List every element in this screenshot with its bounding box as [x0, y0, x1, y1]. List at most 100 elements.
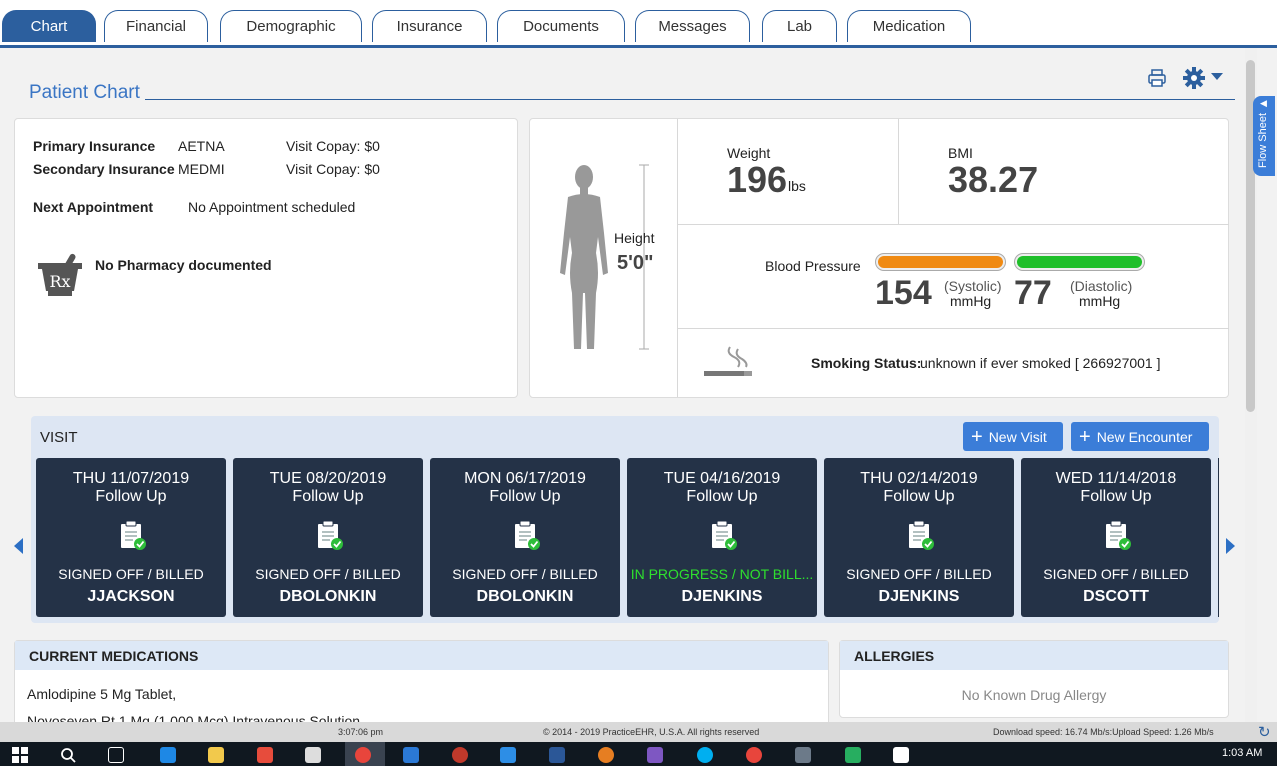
allergies-header: ALLERGIES — [840, 641, 1228, 670]
visit-status-in-progress: IN PROGRESS / NOT BILL... — [630, 566, 814, 582]
visit-card[interactable]: WED 11/14/2018 Follow Up SIGNED OFF / BI… — [1021, 458, 1211, 617]
file-explorer-icon[interactable] — [208, 747, 224, 763]
app-icon[interactable] — [845, 747, 861, 763]
collapse-arrow-icon: ◀ — [1260, 98, 1267, 108]
skype-icon[interactable] — [697, 747, 713, 763]
visual-studio-icon[interactable] — [647, 747, 663, 763]
previous-visit-arrow-icon[interactable] — [14, 538, 23, 554]
tab-demographic[interactable]: Demographic — [220, 10, 362, 42]
visit-header: VISIT — [40, 429, 78, 446]
new-visit-label: New Visit — [988, 428, 1047, 445]
outlook-icon[interactable] — [403, 747, 419, 763]
new-visit-button[interactable]: + New Visit — [963, 422, 1063, 451]
app-icon[interactable] — [893, 747, 909, 763]
medications-header: CURRENT MEDICATIONS — [15, 641, 828, 670]
visit-type: Follow Up — [1080, 488, 1152, 505]
mail-icon[interactable] — [305, 747, 321, 763]
task-view-icon[interactable] — [108, 747, 124, 763]
systolic-unit: mmHg — [950, 293, 992, 309]
signed-clipboard-icon — [712, 520, 737, 550]
tab-insurance[interactable]: Insurance — [372, 10, 487, 42]
visit-status: SIGNED OFF / BILLED — [452, 566, 598, 582]
edge-browser-icon[interactable] — [160, 747, 176, 763]
visit-type: Follow Up — [292, 488, 364, 505]
visit-type: Follow Up — [95, 488, 167, 505]
height-value: 5'0" — [617, 252, 654, 274]
refresh-icon[interactable]: ↻ — [1258, 723, 1271, 741]
windows-start-icon[interactable] — [12, 747, 28, 763]
visit-status: SIGNED OFF / BILLED — [846, 566, 992, 582]
footer-copyright: © 2014 - 2019 PracticeEHR, U.S.A. All ri… — [543, 727, 760, 737]
taskbar-clock: 1:03 AM — [1222, 747, 1263, 759]
chevron-down-icon[interactable] — [1211, 73, 1223, 80]
pharmacy-status: No Pharmacy documented — [95, 257, 272, 273]
current-medications-panel: CURRENT MEDICATIONS Amlodipine 5 Mg Tabl… — [14, 640, 829, 722]
signed-clipboard-icon — [318, 520, 343, 550]
tab-bar: Chart Financial Demographic Insurance Do… — [0, 0, 1277, 48]
vscode-icon[interactable] — [500, 747, 516, 763]
next-appointment-value: No Appointment scheduled — [188, 199, 356, 215]
tab-chart[interactable]: Chart — [2, 10, 96, 42]
chrome-icon[interactable] — [355, 747, 371, 763]
tab-messages[interactable]: Messages — [635, 10, 750, 42]
tab-lab[interactable]: Lab — [762, 10, 837, 42]
visit-user: DBOLONKIN — [476, 588, 574, 605]
new-encounter-button[interactable]: + New Encounter — [1071, 422, 1209, 451]
primary-insurance-value: AETNA — [178, 138, 225, 154]
gear-icon[interactable] — [1182, 66, 1206, 90]
store-icon[interactable] — [257, 747, 273, 763]
print-icon[interactable] — [1147, 68, 1167, 88]
title-underline — [145, 99, 1235, 100]
systolic-value: 154 — [875, 274, 932, 312]
chrome-icon[interactable] — [746, 747, 762, 763]
smoking-status-value: unknown if ever smoked [ 266927001 ] — [920, 355, 1161, 371]
visit-date: TUE 04/16/2019 — [663, 470, 781, 487]
primary-insurance-label: Primary Insurance — [33, 138, 156, 154]
secondary-copay: Visit Copay: $0 — [286, 161, 380, 177]
tab-medication[interactable]: Medication — [847, 10, 971, 42]
app-icon[interactable] — [598, 747, 614, 763]
search-icon[interactable] — [60, 747, 76, 763]
word-icon[interactable] — [549, 747, 565, 763]
plus-icon: + — [971, 425, 983, 448]
visit-card[interactable]: THU 02/14/2019 Follow Up SIGNED OFF / BI… — [824, 458, 1014, 617]
flow-sheet-label: Flow Sheet — [1257, 112, 1269, 168]
visit-date: TUE 08/20/2019 — [269, 470, 387, 487]
tab-financial[interactable]: Financial — [104, 10, 208, 42]
visit-date: THU 02/14/2019 — [860, 470, 978, 487]
visit-card[interactable]: TUE 04/16/2019 Follow Up IN PROGRESS / N… — [627, 458, 817, 617]
signed-clipboard-icon — [909, 520, 934, 550]
divider — [678, 224, 1229, 225]
diastolic-label: (Diastolic) — [1070, 278, 1133, 294]
flow-sheet-tab[interactable]: ◀ Flow Sheet — [1253, 96, 1275, 176]
medication-item: Novoseven Rt 1 Mg (1,000 Mcg) Intravenou… — [27, 713, 361, 722]
visit-date: THU 11/07/2019 — [72, 470, 190, 487]
plus-icon: + — [1079, 425, 1091, 448]
allergies-panel: ALLERGIES No Known Drug Allergy — [839, 640, 1229, 718]
signed-clipboard-icon — [121, 520, 146, 550]
visit-status: SIGNED OFF / BILLED — [1043, 566, 1189, 582]
app-icon[interactable] — [452, 747, 468, 763]
tab-documents[interactable]: Documents — [497, 10, 625, 42]
blood-pressure-label: Blood Pressure — [765, 258, 861, 274]
windows-taskbar: 1:03 AM — [0, 742, 1277, 766]
insurance-card: Primary Insurance AETNA Visit Copay: $0 … — [14, 118, 518, 398]
new-encounter-label: New Encounter — [1096, 428, 1193, 445]
visit-card[interactable]: THU 11/07/2019 Follow Up SIGNED OFF / BI… — [36, 458, 226, 617]
status-footer: 3:07:06 pm © 2014 - 2019 PracticeEHR, U.… — [0, 722, 1277, 742]
visit-date: WED 11/14/2018 — [1055, 470, 1177, 487]
next-visit-arrow-icon[interactable] — [1226, 538, 1235, 554]
vitals-card: Height 5'0" Weight 196 lbs BMI 38.27 Blo… — [529, 118, 1229, 398]
divider — [898, 119, 899, 224]
visit-card[interactable]: TUE 08/20/2019 Follow Up SIGNED OFF / BI… — [233, 458, 423, 617]
visit-type: Follow Up — [686, 488, 758, 505]
diastolic-bar — [1014, 253, 1145, 271]
visit-user: JJACKSON — [87, 588, 175, 605]
medication-item: Amlodipine 5 Mg Tablet, — [27, 686, 177, 702]
smoking-status-label: Smoking Status: — [811, 355, 922, 371]
page-title: Patient Chart — [29, 82, 140, 103]
visit-type: Follow Up — [883, 488, 955, 505]
app-icon[interactable] — [795, 747, 811, 763]
primary-copay: Visit Copay: $0 — [286, 138, 380, 154]
visit-card[interactable]: MON 06/17/2019 Follow Up SIGNED OFF / BI… — [430, 458, 620, 617]
